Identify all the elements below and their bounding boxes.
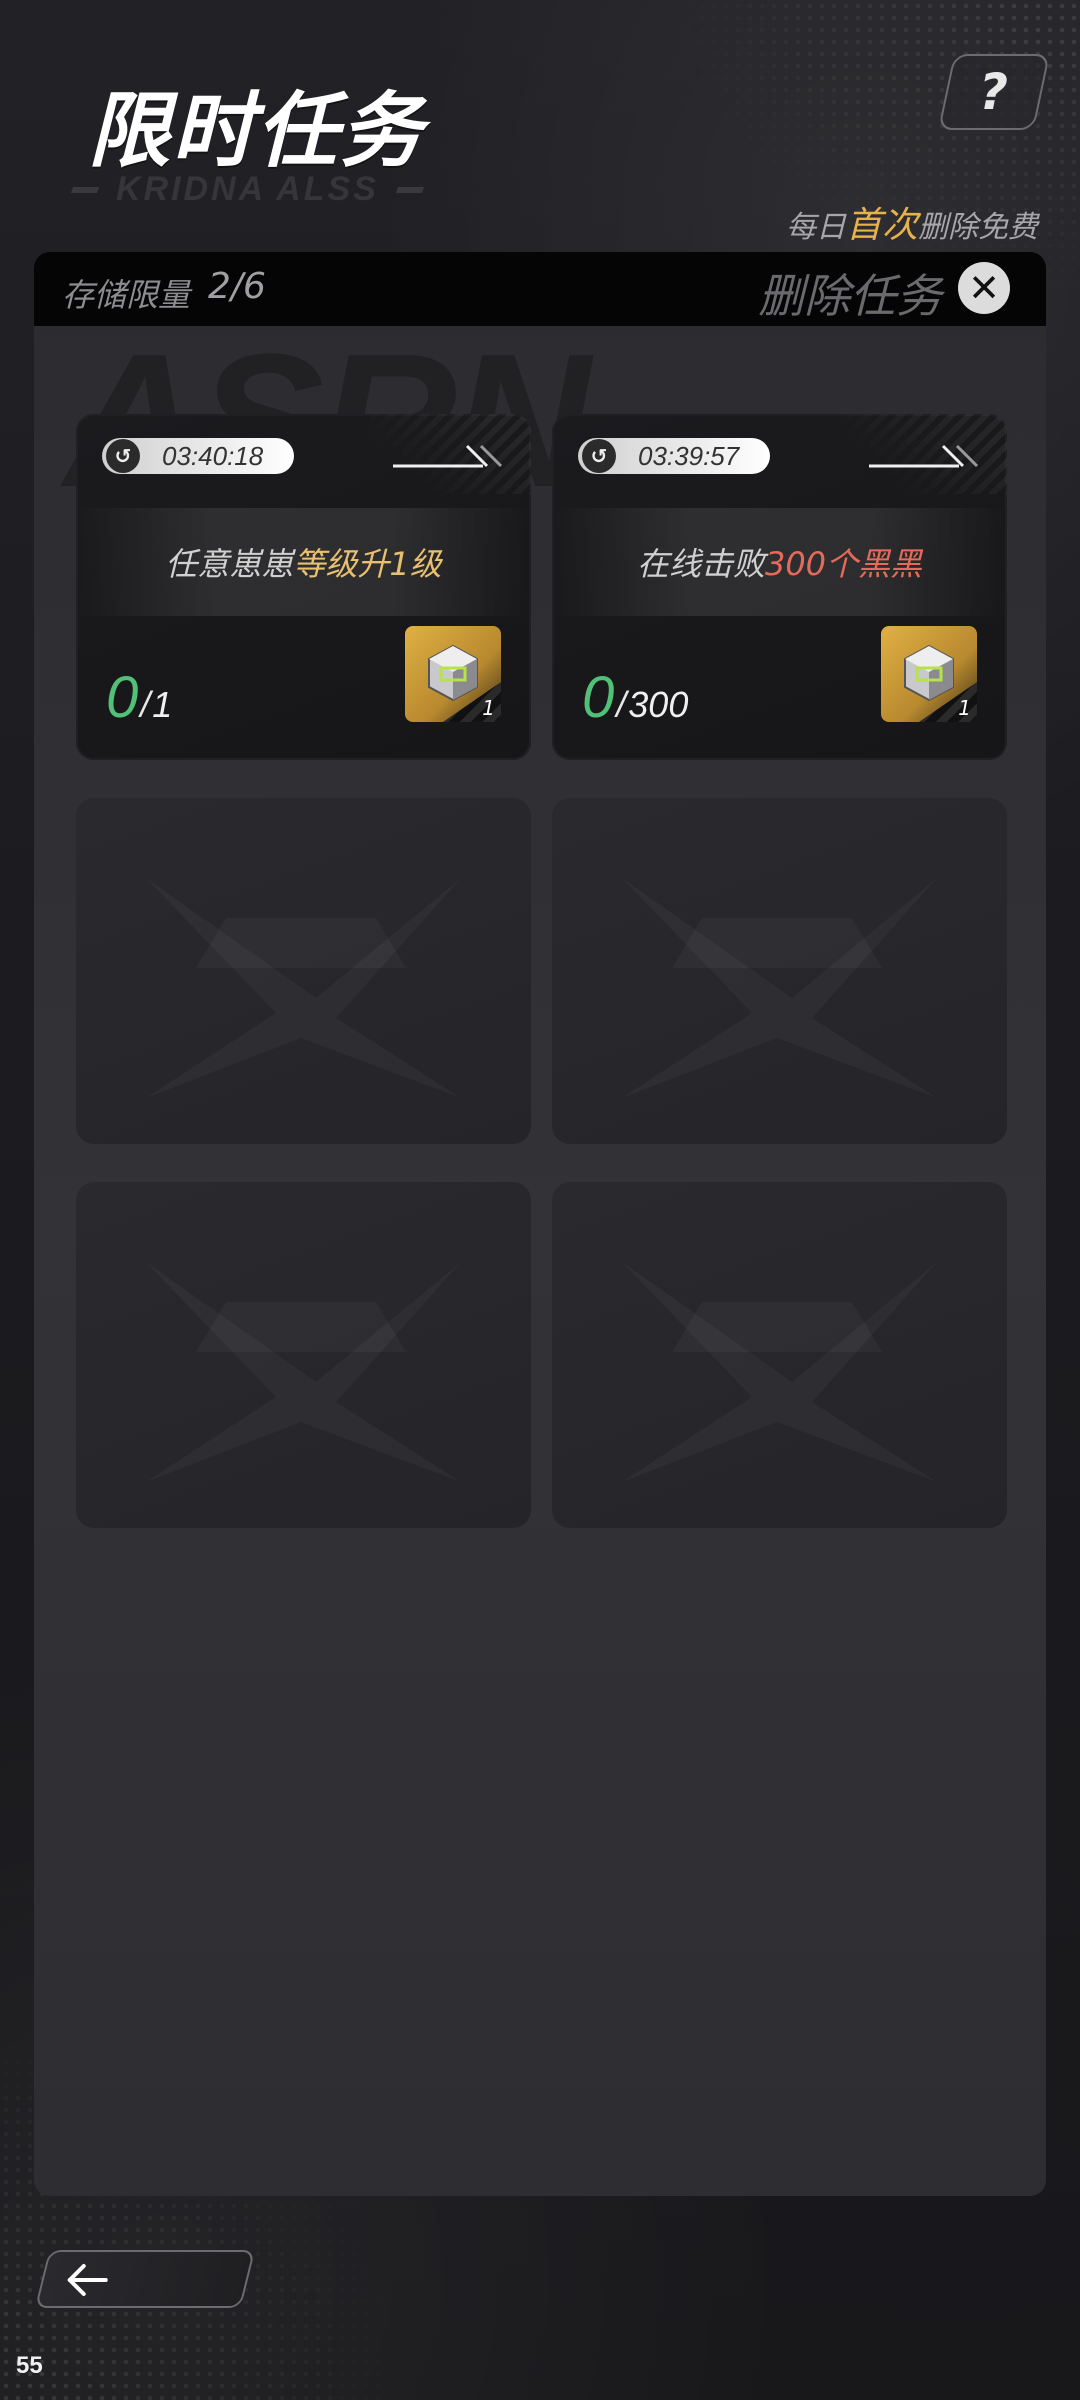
clock-icon: ↺ xyxy=(106,439,140,473)
task-progress: 0/300 xyxy=(582,664,688,731)
empty-slot-emblem-icon xyxy=(76,1182,531,1528)
arrow-decoration-icon xyxy=(393,444,503,468)
cube-icon xyxy=(904,644,954,702)
subtitle-dash xyxy=(395,186,424,193)
free-note-suffix: 删除免费 xyxy=(918,210,1038,245)
storage-label: 存储限量 xyxy=(62,276,191,314)
screen: 限时任务 KRIDNA ALSS ? 每日首次删除免费 ASRN 存储限量 2/… xyxy=(0,0,1080,2400)
subtitle-dash xyxy=(70,186,100,193)
free-delete-note: 每日首次删除免费 xyxy=(786,196,1038,248)
help-button[interactable]: ? xyxy=(937,54,1051,130)
timer-text: 03:40:18 xyxy=(162,440,264,471)
empty-task-slot xyxy=(552,798,1007,1144)
empty-task-slot xyxy=(76,1182,531,1528)
empty-slot-emblem-icon xyxy=(552,1182,1007,1528)
help-icon: ? xyxy=(979,63,1009,121)
clock-icon: ↺ xyxy=(582,439,616,473)
empty-slot-emblem-icon xyxy=(76,798,531,1144)
reward-count: 1 xyxy=(482,696,495,720)
task-text: 任意崽崽等级升1级 xyxy=(165,539,441,585)
timer-pill: ↺ 03:40:18 xyxy=(102,438,294,474)
timer-text: 03:39:57 xyxy=(638,440,740,471)
progress-separator: / xyxy=(616,684,627,725)
subtitle-text: KRIDNA ALSS xyxy=(116,170,379,208)
page-title: 限时任务 xyxy=(88,84,424,179)
arrow-left-icon xyxy=(67,2264,108,2296)
progress-total: 1 xyxy=(152,684,173,725)
free-note-prefix: 每日 xyxy=(785,210,846,245)
timer-pill: ↺ 03:39:57 xyxy=(578,438,770,474)
task-text-prefix: 任意崽崽 xyxy=(165,545,294,583)
empty-slot-emblem-icon xyxy=(552,798,1007,1144)
arrow-decoration-icon xyxy=(869,444,979,468)
empty-task-slot xyxy=(552,1182,1007,1528)
task-text: 在线击败300个黑黑 xyxy=(637,539,922,585)
corner-number: 55 xyxy=(16,2352,43,2379)
task-panel: ASRN 存储限量 2/6 删除任务 ✕ ↺ 03:40:18 任意崽 xyxy=(34,252,1046,2196)
storage-value: 2/6 xyxy=(208,266,266,307)
task-card[interactable]: ↺ 03:39:57 在线击败300个黑黑 0/300 1 xyxy=(552,414,1007,760)
page-subtitle: KRIDNA ALSS xyxy=(70,170,424,209)
task-text-highlight: 等级升1级 xyxy=(293,545,442,583)
reward-item[interactable]: 1 xyxy=(405,626,501,722)
reward-count: 1 xyxy=(958,696,971,720)
task-description: 任意崽崽等级升1级 xyxy=(76,508,531,616)
back-button[interactable] xyxy=(34,2250,256,2308)
progress-separator: / xyxy=(140,684,151,725)
task-description: 在线击败300个黑黑 xyxy=(552,508,1007,616)
empty-task-slot xyxy=(76,798,531,1144)
task-text-highlight: 300个黑黑 xyxy=(764,545,923,583)
free-note-highlight: 首次 xyxy=(845,205,918,246)
progress-total: 300 xyxy=(628,684,689,725)
task-progress: 0/1 xyxy=(106,664,172,731)
cube-icon xyxy=(428,644,478,702)
panel-header: 存储限量 2/6 删除任务 ✕ xyxy=(34,252,1046,326)
progress-current: 0 xyxy=(582,665,615,730)
delete-task-button[interactable]: ✕ xyxy=(958,262,1010,314)
task-card[interactable]: ↺ 03:40:18 任意崽崽等级升1级 0/1 1 xyxy=(76,414,531,760)
progress-current: 0 xyxy=(106,665,139,730)
reward-item[interactable]: 1 xyxy=(881,626,977,722)
delete-task-label[interactable]: 删除任务 xyxy=(758,260,942,326)
close-icon: ✕ xyxy=(968,266,1000,310)
task-text-prefix: 在线击败 xyxy=(636,545,765,583)
